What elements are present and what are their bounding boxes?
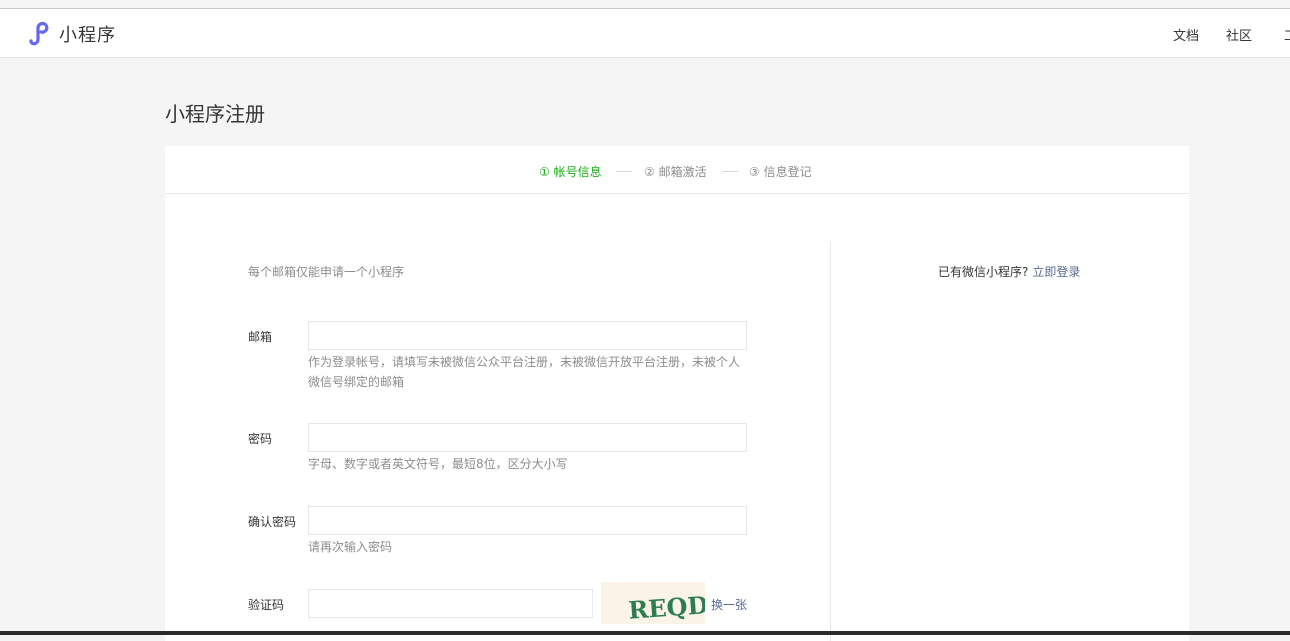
registration-card: ① 帐号信息 ② 邮箱激活 ③ 信息登记 每个邮箱仅能申请一个小程序 邮箱 作为… — [165, 146, 1189, 641]
email-hint: 作为登录帐号，请填写未被微信公众平台注册，未被微信开放平台注册，未被个人微信号绑… — [308, 355, 741, 389]
captcha-input[interactable] — [308, 589, 593, 618]
brand-name[interactable]: 小程序 — [59, 21, 116, 47]
password-input[interactable] — [308, 423, 747, 452]
step-account-info: ① 帐号信息 — [539, 165, 602, 179]
captcha-image[interactable]: REQD — [601, 582, 709, 625]
login-prompt: 已有微信小程序? 立即登录 — [938, 263, 1080, 280]
step-progress: ① 帐号信息 ② 邮箱激活 ③ 信息登记 — [165, 146, 1189, 194]
bottom-edge-bar — [0, 631, 1290, 635]
email-notice: 每个邮箱仅能申请一个小程序 — [248, 265, 405, 279]
password-hint: 字母、数字或者英文符号，最短8位，区分大小写 — [308, 457, 568, 471]
confirm-password-input[interactable] — [308, 506, 747, 535]
nav-link-community[interactable]: 社区 — [1226, 25, 1252, 44]
captcha-refresh-link[interactable]: 换一张 — [711, 596, 747, 613]
panel-divider — [830, 241, 831, 641]
email-label: 邮箱 — [248, 330, 273, 344]
nav-link-tools[interactable]: 工 — [1284, 25, 1290, 44]
password-label: 密码 — [248, 432, 273, 446]
mini-program-logo-icon[interactable] — [26, 19, 54, 47]
confirm-password-label: 确认密码 — [248, 515, 297, 529]
captcha-glyphs: REQD — [627, 590, 705, 624]
email-input[interactable] — [308, 321, 747, 350]
login-question: 已有微信小程序? — [938, 265, 1029, 279]
captcha-label: 验证码 — [248, 598, 285, 612]
page-title: 小程序注册 — [165, 102, 265, 126]
step-separator — [616, 171, 632, 172]
step-info-registration: ③ 信息登记 — [749, 165, 812, 179]
step-email-activation: ② 邮箱激活 — [644, 165, 707, 179]
nav-link-docs[interactable]: 文档 — [1173, 25, 1199, 44]
top-navbar: 小程序 文档 社区 工 — [0, 9, 1290, 58]
confirm-password-hint: 请再次输入密码 — [308, 540, 393, 554]
login-link[interactable]: 立即登录 — [1032, 265, 1080, 279]
step-separator — [722, 171, 738, 172]
